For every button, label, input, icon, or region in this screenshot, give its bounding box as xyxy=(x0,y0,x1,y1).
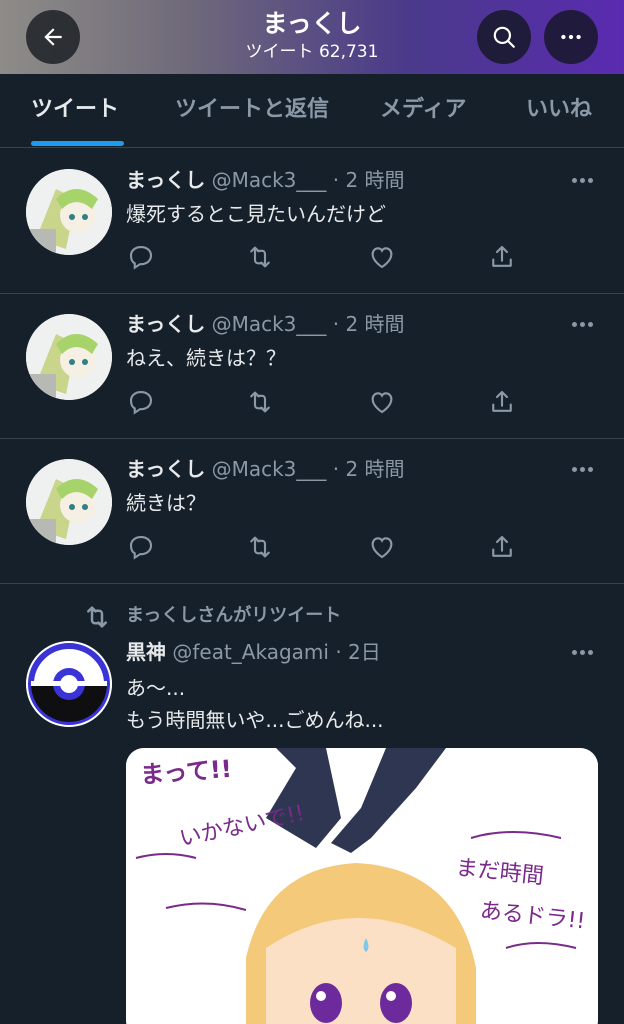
tab-media[interactable]: メディア xyxy=(380,74,466,148)
handle-and-time: @feat_Akagami · 2日 xyxy=(172,640,381,664)
heart-icon[interactable] xyxy=(367,387,397,417)
avatar[interactable] xyxy=(26,459,112,545)
tweet-header: まっくし @Mack3___ · 2 時間 xyxy=(126,310,405,338)
avatar[interactable] xyxy=(26,169,112,255)
tweet-text-line-1: あ〜... xyxy=(126,676,186,700)
avatar[interactable] xyxy=(26,641,112,727)
heart-icon[interactable] xyxy=(367,532,397,562)
share-icon[interactable] xyxy=(487,242,517,272)
tweet-actions xyxy=(126,387,526,417)
tweet-item[interactable]: まっくし @Mack3___ · 2 時間 爆死するとこ見たいんだけど xyxy=(0,148,624,294)
tweet-actions xyxy=(126,532,526,562)
tweet-header: 黒神 @feat_Akagami · 2日 xyxy=(126,638,381,666)
tweet-header: まっくし @Mack3___ · 2 時間 xyxy=(126,166,405,194)
tweet-more-icon[interactable] xyxy=(566,314,598,334)
tab-tweets-and-replies[interactable]: ツイートと返信 xyxy=(175,74,329,148)
reply-icon[interactable] xyxy=(126,242,156,272)
handle-and-time: @Mack3___ · 2 時間 xyxy=(211,457,405,481)
retweeted-by-label[interactable]: まっくしさんがリツイート xyxy=(126,602,341,630)
tweet-item[interactable]: まっくし @Mack3___ · 2 時間 続きは？ xyxy=(0,439,624,584)
tweet-media-image[interactable]: まって!! いかないで!! まだ時間 あるドラ!! xyxy=(126,748,598,1024)
retweet-icon[interactable] xyxy=(245,532,275,562)
reply-icon[interactable] xyxy=(126,387,156,417)
tab-likes[interactable]: いいね xyxy=(526,74,592,148)
handle-and-time: @Mack3___ · 2 時間 xyxy=(211,312,405,336)
share-icon[interactable] xyxy=(487,532,517,562)
heart-icon[interactable] xyxy=(367,242,397,272)
tweet-text: ねえ、続きは？？ xyxy=(126,346,286,370)
retweet-icon[interactable] xyxy=(245,242,275,272)
tweet-text: 爆死するとこ見たいんだけど xyxy=(126,202,386,226)
retweet-icon xyxy=(87,606,107,628)
tweet-more-icon[interactable] xyxy=(566,170,598,190)
tweet-item[interactable]: まっくし @Mack3___ · 2 時間 ねえ、続きは？？ xyxy=(0,294,624,439)
active-tab-indicator xyxy=(31,141,124,146)
profile-tabs: ツイート ツイートと返信 メディア いいね xyxy=(0,74,624,148)
handle-and-time: @Mack3___ · 2 時間 xyxy=(211,168,405,192)
display-name[interactable]: まっくし xyxy=(126,312,205,336)
reply-icon[interactable] xyxy=(126,532,156,562)
search-button[interactable] xyxy=(477,10,531,64)
tweet-text-line-2: もう時間無いや...ごめんね... xyxy=(126,708,384,732)
avatar[interactable] xyxy=(26,314,112,400)
profile-header: まっくし ツイート 62,731 xyxy=(0,0,624,74)
display-name[interactable]: まっくし xyxy=(126,457,205,481)
tweet-actions xyxy=(126,242,526,272)
more-horizontal-icon xyxy=(561,34,581,40)
image-caption: まって!! xyxy=(139,754,233,790)
tweet-more-icon[interactable] xyxy=(566,459,598,479)
more-button[interactable] xyxy=(544,10,598,64)
search-icon xyxy=(493,26,515,48)
display-name[interactable]: まっくし xyxy=(126,168,205,192)
tweet-count: ツイート 62,731 xyxy=(245,42,379,62)
tweet-text: 続きは？ xyxy=(126,491,206,515)
tweet-more-icon[interactable] xyxy=(566,642,598,662)
display-name[interactable]: 黒神 xyxy=(126,640,166,664)
retweet-icon[interactable] xyxy=(245,387,275,417)
share-icon[interactable] xyxy=(487,387,517,417)
tab-tweets[interactable]: ツイート xyxy=(31,74,119,148)
tweet-header: まっくし @Mack3___ · 2 時間 xyxy=(126,455,405,483)
